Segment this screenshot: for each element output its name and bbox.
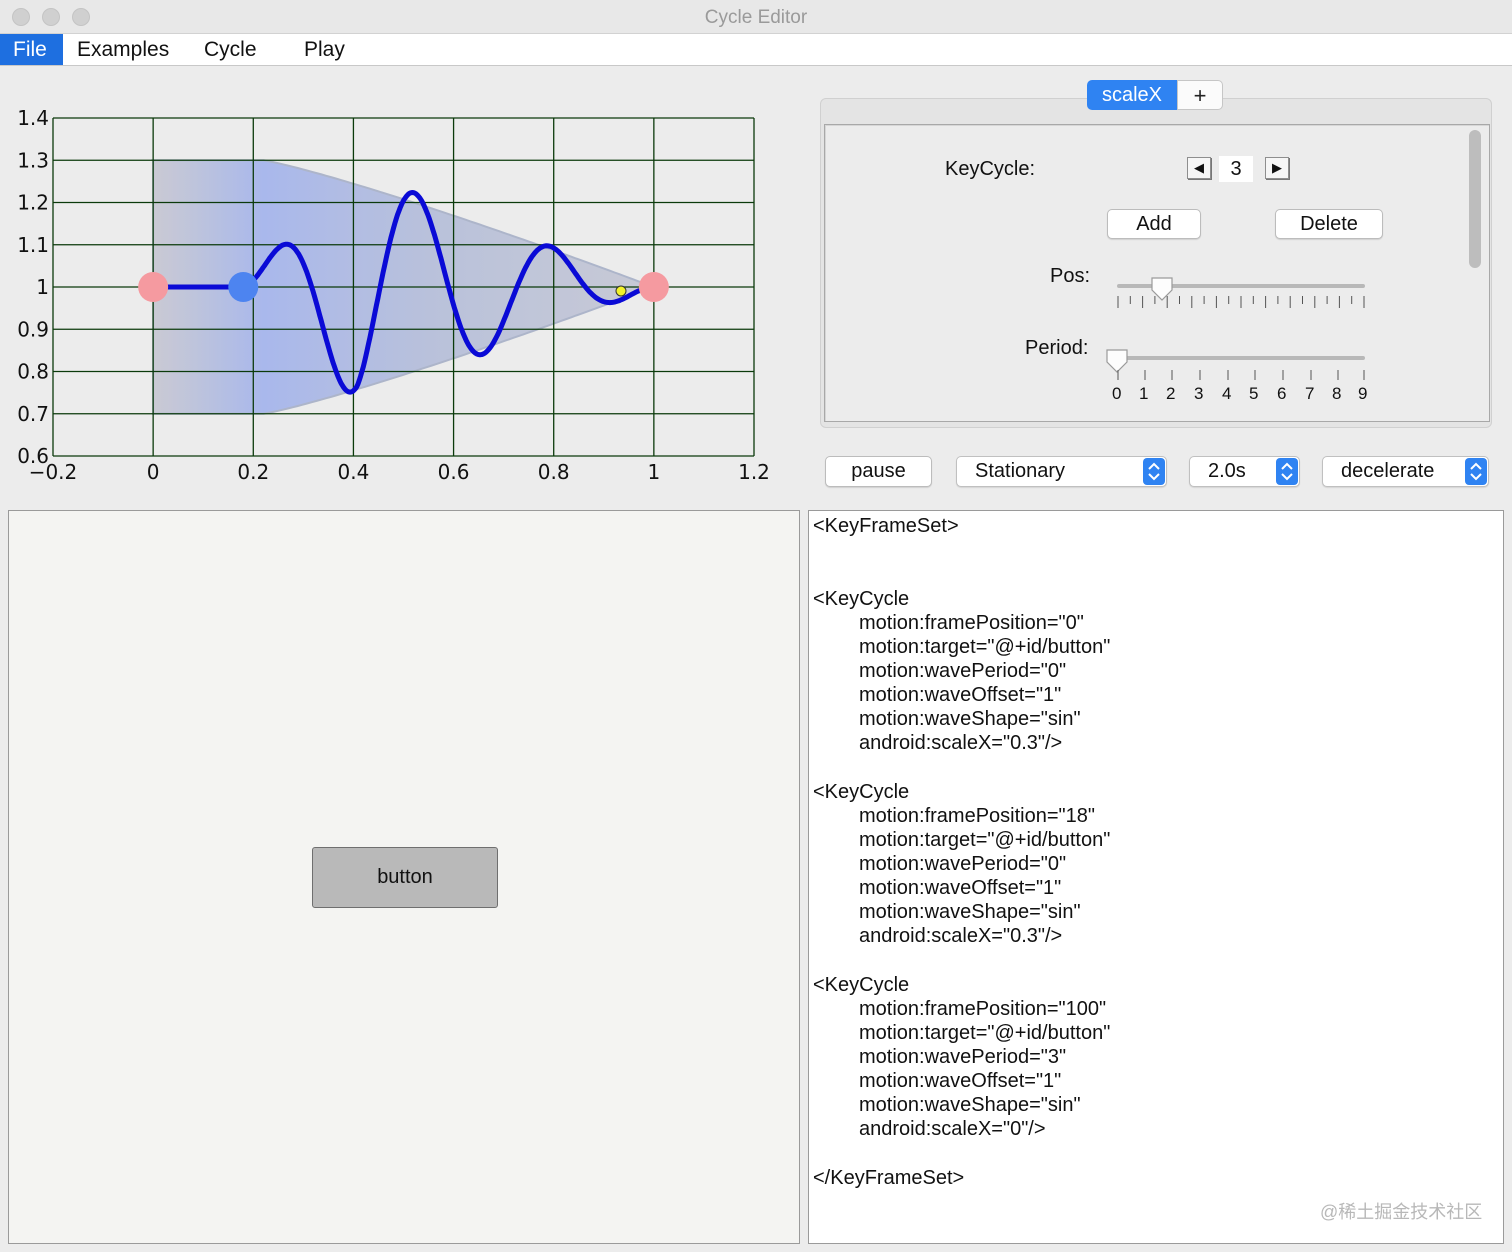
keycycle-next-button[interactable]: ▶ — [1265, 157, 1289, 179]
chevron-updown-icon — [1276, 458, 1298, 485]
xml-line: motion:framePosition="100" — [859, 998, 1107, 1020]
window-title: Cycle Editor — [704, 7, 808, 28]
period-tick-label: 4 — [1222, 384, 1232, 403]
xml-line: <KeyCycle — [813, 974, 910, 996]
delete-button[interactable]: Delete — [1275, 209, 1383, 239]
period-label: Period: — [1025, 337, 1089, 359]
mode-select-value: Stationary — [975, 460, 1066, 482]
easing-select-value: decelerate — [1341, 460, 1435, 482]
period-tick-label: 1 — [1139, 384, 1149, 403]
panel-scrollbar[interactable] — [1469, 130, 1481, 268]
period-tick-label: 6 — [1277, 384, 1287, 403]
y-tick-label: 1.3 — [17, 148, 49, 172]
playhead-marker — [615, 285, 627, 297]
menu-play[interactable]: Play — [291, 34, 358, 65]
menu-examples[interactable]: Examples — [64, 34, 182, 65]
pause-button[interactable]: pause — [825, 456, 932, 487]
y-tick-label: 1 — [36, 275, 49, 299]
period-tick-label: 0 — [1112, 384, 1122, 403]
selected-keyframe-point[interactable] — [228, 272, 259, 302]
xml-line: <KeyCycle — [813, 781, 910, 803]
xml-line: motion:waveOffset="1" — [859, 1070, 1062, 1092]
keyframe-point[interactable] — [638, 272, 669, 302]
x-tick-label: 0.8 — [538, 460, 570, 484]
tab-scalex[interactable]: scaleX — [1087, 80, 1177, 110]
keycycle-prev-button[interactable]: ◀ — [1187, 157, 1211, 179]
xml-line: motion:waveShape="sin" — [859, 1094, 1081, 1116]
xml-line: motion:target="@+id/button" — [859, 829, 1111, 851]
xml-line: motion:target="@+id/button" — [859, 636, 1111, 658]
xml-line: motion:waveShape="sin" — [859, 708, 1081, 730]
xml-line: <KeyFrameSet> — [813, 515, 959, 537]
xml-line: android:scaleX="0.3"/> — [859, 732, 1063, 754]
period-slider-ticks — [1117, 370, 1365, 380]
xml-line: </KeyFrameSet> — [813, 1167, 965, 1189]
x-tick-label: 0.6 — [438, 460, 470, 484]
xml-line: motion:waveOffset="1" — [859, 877, 1062, 899]
xml-line: motion:wavePeriod="0" — [859, 660, 1067, 682]
xml-line: motion:framePosition="0" — [859, 612, 1084, 634]
y-tick-label: 0.8 — [17, 360, 49, 384]
x-tick-label: 1 — [647, 460, 660, 484]
period-slider-track[interactable] — [1117, 356, 1365, 360]
watermark: @稀土掘金技术社区 — [1320, 1202, 1483, 1222]
preview-button[interactable]: button — [312, 847, 498, 908]
chevron-updown-icon — [1465, 458, 1487, 485]
keyframe-point[interactable] — [138, 272, 169, 302]
y-tick-label: 0.7 — [17, 402, 49, 426]
xml-line: android:scaleX="0"/> — [859, 1118, 1046, 1140]
xml-output[interactable]: <KeyFrameSet> <KeyCycle motion:framePositi… — [808, 510, 1504, 1244]
menu-file[interactable]: File — [0, 34, 63, 65]
xml-line: motion:waveOffset="1" — [859, 684, 1062, 706]
xml-line: motion:waveShape="sin" — [859, 901, 1081, 923]
menu-bar: File Examples Cycle Play — [0, 34, 1512, 66]
duration-select[interactable]: 2.0s — [1189, 456, 1300, 487]
x-tick-label: 0.2 — [237, 460, 269, 484]
xml-line: <KeyCycle — [813, 588, 910, 610]
y-tick-label: 1.4 — [17, 106, 49, 130]
xml-line: motion:framePosition="18" — [859, 805, 1095, 827]
pos-slider-ticks — [1117, 296, 1365, 308]
x-tick-label: 0.4 — [338, 460, 370, 484]
add-tab-button[interactable]: + — [1177, 80, 1223, 110]
period-tick-label: 3 — [1194, 384, 1204, 403]
pos-label: Pos: — [1050, 265, 1091, 287]
xml-line: android:scaleX="0.3"/> — [859, 925, 1063, 947]
duration-select-value: 2.0s — [1208, 460, 1246, 482]
period-tick-label: 8 — [1332, 384, 1342, 403]
x-tick-label: 0 — [147, 460, 160, 484]
keycycle-label: KeyCycle: — [945, 158, 1036, 180]
period-tick-label: 2 — [1166, 384, 1176, 403]
chevron-updown-icon — [1143, 458, 1165, 485]
period-tick-label: 5 — [1249, 384, 1259, 403]
mode-select[interactable]: Stationary — [956, 456, 1167, 487]
y-tick-label: 0.6 — [17, 444, 49, 468]
period-tick-label: 7 — [1305, 384, 1315, 403]
keycycle-value: 3 — [1219, 156, 1253, 182]
y-tick-label: 0.9 — [17, 317, 49, 341]
cycle-graph-canvas[interactable]: −0.2 0 0.2 0.4 0.6 0.8 1 1.21.41.31.21.110.90.8… — [0, 70, 800, 500]
y-tick-label: 1.2 — [17, 191, 49, 215]
y-tick-label: 1.1 — [17, 233, 49, 257]
cycle-graph[interactable]: −0.2 0 0.2 0.4 0.6 0.8 1 1.2 1.4 1.3 1.2 1.1 1 0.9 0.8… — [0, 70, 800, 500]
xml-line: motion:wavePeriod="3" — [859, 1046, 1067, 1068]
x-tick-label: 1.2 — [738, 460, 770, 484]
menu-cycle[interactable]: Cycle — [191, 34, 270, 65]
easing-select[interactable]: decelerate — [1322, 456, 1489, 487]
xml-line: motion:target="@+id/button" — [859, 1022, 1111, 1044]
xml-line: motion:wavePeriod="0" — [859, 853, 1067, 875]
title-bar: Cycle Editor — [0, 0, 1512, 34]
add-button[interactable]: Add — [1107, 209, 1201, 239]
period-tick-label: 9 — [1358, 384, 1368, 403]
